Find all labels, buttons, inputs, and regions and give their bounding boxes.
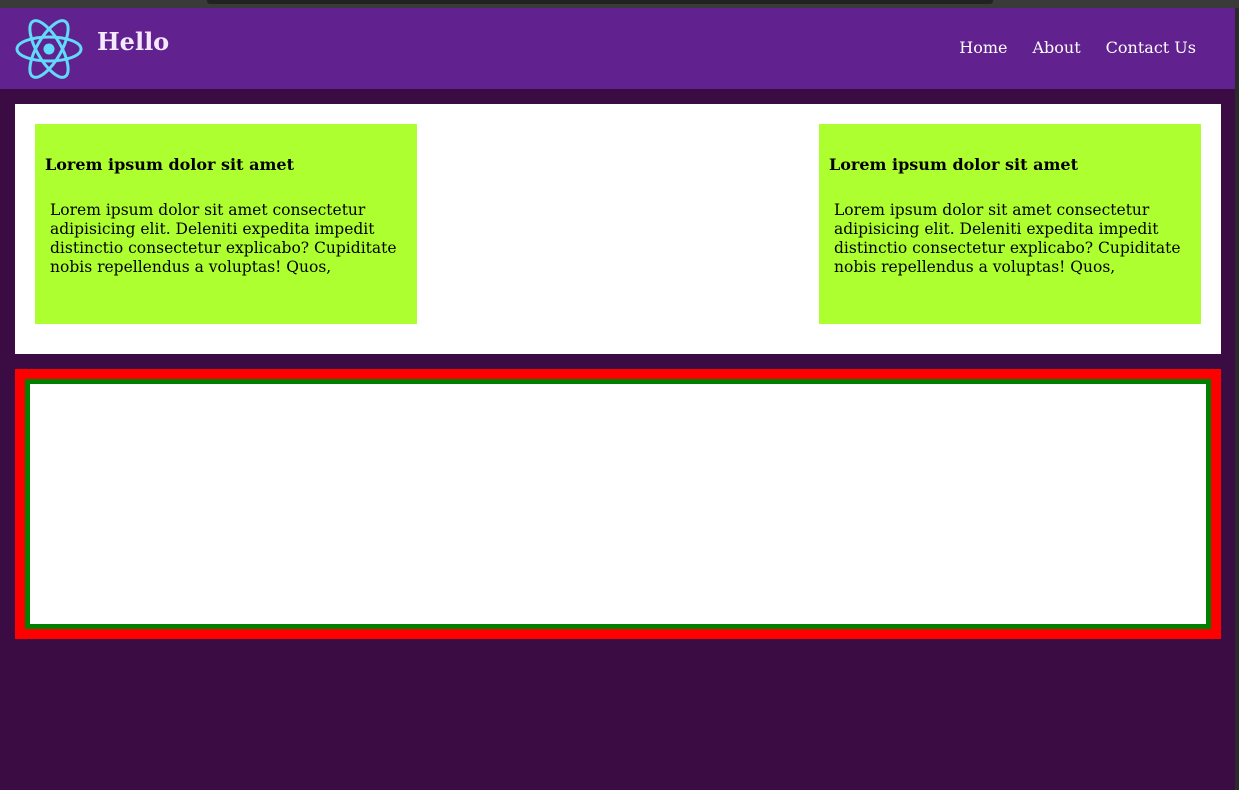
react-atom-icon[interactable]: [14, 18, 84, 80]
vertical-scrollbar[interactable]: [1235, 8, 1239, 790]
card-body: Lorem ipsum dolor sit amet consectetur a…: [50, 201, 397, 276]
card-title: Lorem ipsum dolor sit amet: [829, 155, 1078, 174]
outer-bordered-box: [15, 369, 1221, 639]
card: Lorem ipsum dolor sit amet Lorem ipsum d…: [819, 124, 1201, 324]
cards-section: Lorem ipsum dolor sit amet Lorem ipsum d…: [15, 104, 1221, 354]
brand-title: Hello: [97, 27, 170, 56]
nav-menu: Home About Contact Us: [934, 38, 1196, 57]
navbar: Hello Home About Contact Us: [0, 8, 1235, 89]
card: Lorem ipsum dolor sit amet Lorem ipsum d…: [35, 124, 417, 324]
nav-about-link[interactable]: About: [1033, 38, 1081, 57]
inner-bordered-box: [25, 379, 1211, 629]
nav-home-link[interactable]: Home: [959, 38, 1007, 57]
card-title: Lorem ipsum dolor sit amet: [45, 155, 294, 174]
card-body: Lorem ipsum dolor sit amet consectetur a…: [834, 201, 1181, 276]
nav-contact-link[interactable]: Contact Us: [1106, 38, 1196, 57]
horizontal-scrollbar[interactable]: [207, 0, 993, 4]
browser-top-bar: [0, 0, 1239, 8]
